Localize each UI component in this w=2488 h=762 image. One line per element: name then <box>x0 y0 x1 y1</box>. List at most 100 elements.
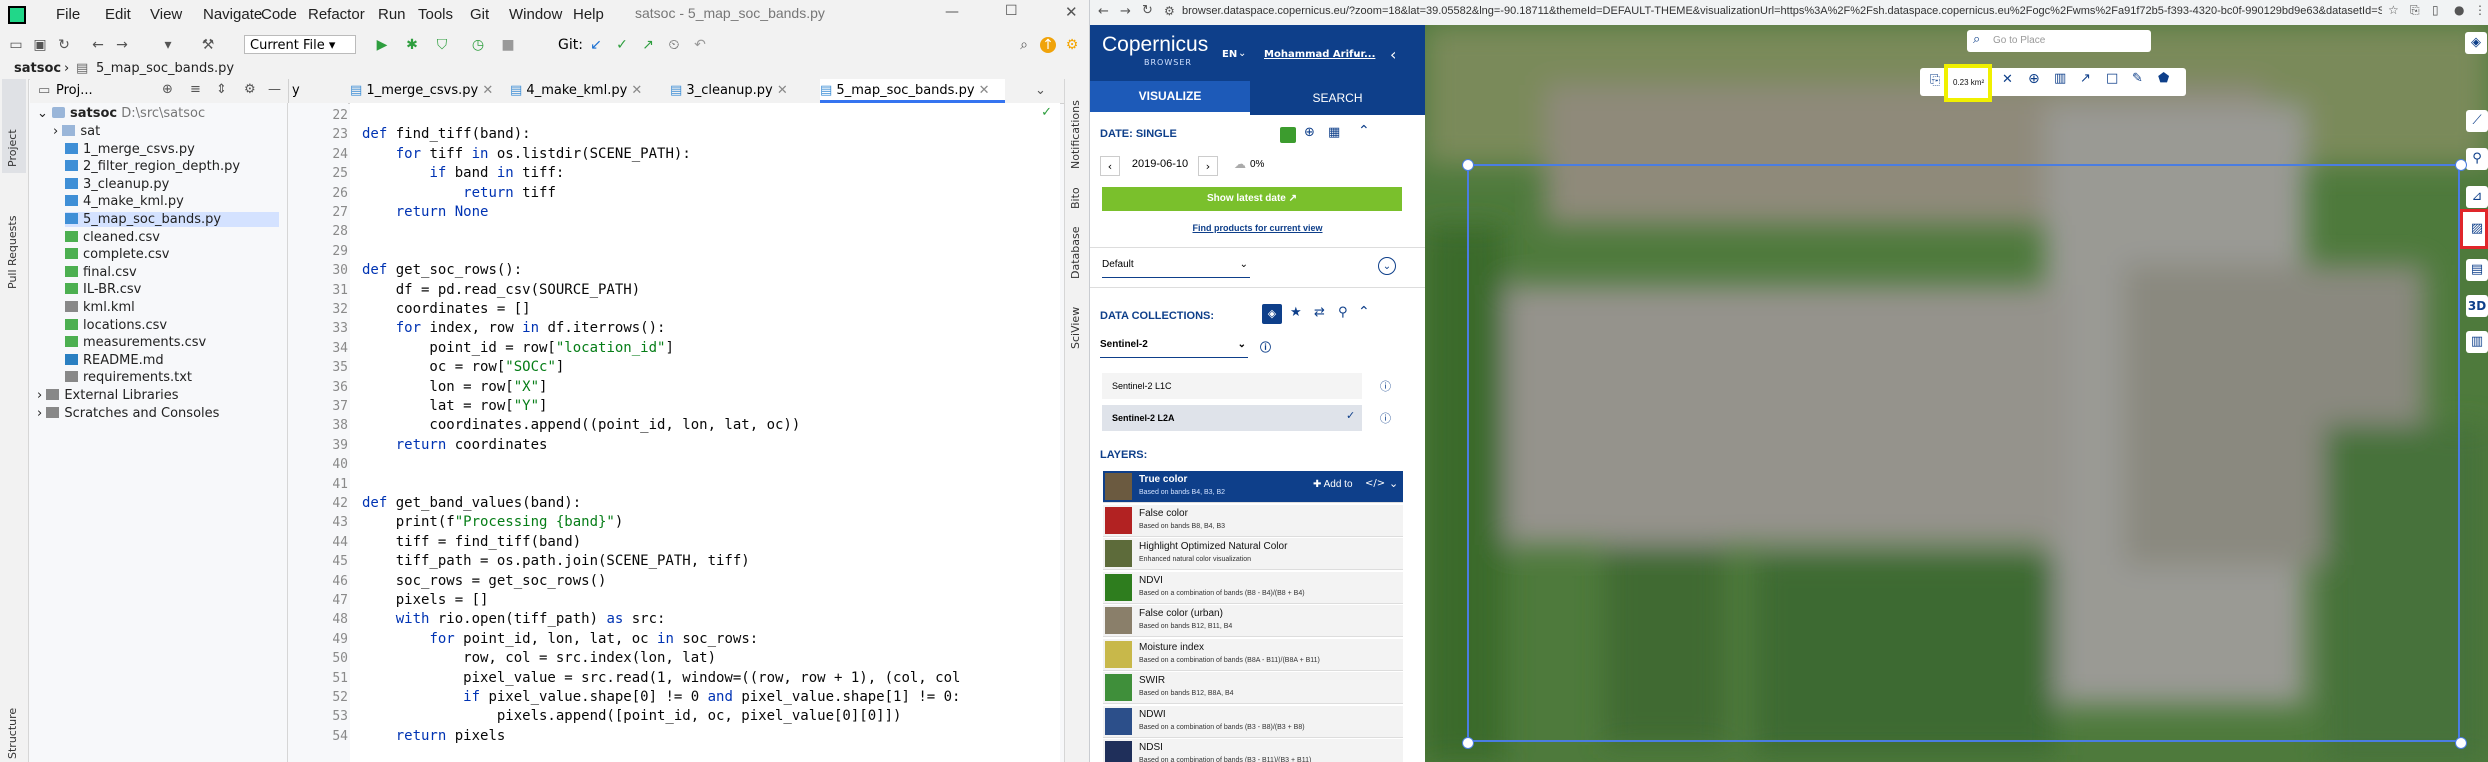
place-search-input[interactable]: Go to Place <box>1993 35 2045 46</box>
close-tab-icon[interactable]: ✕ <box>627 83 642 98</box>
star-icon[interactable]: ★ <box>1290 305 1302 320</box>
layer-item[interactable]: Moisture index Based on a combination of … <box>1103 638 1403 671</box>
target-icon[interactable]: ⊕ <box>2028 71 2040 87</box>
profile-icon[interactable]: ◷ <box>470 37 486 53</box>
menu-window[interactable]: Window <box>509 6 562 23</box>
film-icon[interactable]: ▤ <box>2466 259 2488 281</box>
tree-item[interactable]: measurements.csv <box>65 335 206 350</box>
aoi-handle[interactable] <box>2455 159 2467 171</box>
layers-stack-icon[interactable]: ◈ <box>1262 304 1282 324</box>
aoi-handle[interactable] <box>1462 737 1474 749</box>
share-icon[interactable]: ⎘ <box>2410 3 2420 18</box>
square-icon[interactable]: □ <box>2106 71 2118 86</box>
menu-icon[interactable]: ⋮ <box>2474 3 2486 17</box>
run-config-select[interactable]: Current File ▾ <box>244 35 356 54</box>
bito-label[interactable]: Bito <box>1069 187 1082 209</box>
tree-item[interactable]: › External Libraries <box>37 388 179 403</box>
calendar-single-icon[interactable] <box>1280 127 1296 143</box>
tree-item[interactable]: 5_map_soc_bands.py <box>65 212 279 227</box>
show-latest-date-button[interactable]: Show latest date ↗ <box>1102 187 1402 211</box>
close-icon[interactable]: ✕ <box>2002 72 2013 87</box>
collapse-date-icon[interactable]: ⌃ <box>1358 123 1370 139</box>
debug-icon[interactable]: ✱ <box>404 37 420 53</box>
graph-icon[interactable]: ↗ <box>2080 71 2091 86</box>
git-update-icon[interactable]: ↙ <box>588 37 604 53</box>
project-tool-label[interactable]: Project <box>6 129 19 167</box>
calendar-range-icon[interactable]: ▦ <box>1328 125 1340 140</box>
profile-icon[interactable]: ● <box>2454 3 2464 17</box>
database-label[interactable]: Database <box>1069 227 1082 280</box>
layer-item[interactable]: SWIR Based on bands B12, B8A, B4 <box>1103 672 1403 704</box>
git-commit-icon[interactable]: ✓ <box>614 37 630 53</box>
tree-item[interactable]: 1_merge_csvs.py <box>65 142 195 157</box>
expand-icon[interactable]: ⇕ <box>216 82 227 97</box>
pencil-icon[interactable]: ✎ <box>2132 71 2143 86</box>
close-tab-icon[interactable]: ✕ <box>478 83 493 98</box>
layer-item[interactable]: False color (urban) Based on bands B12, B… <box>1103 605 1403 637</box>
close-tab-icon[interactable]: ✕ <box>773 83 788 98</box>
pin-icon[interactable]: ⚲ <box>1338 305 1348 320</box>
collapse-panel-icon[interactable]: ‹ <box>1390 45 1396 64</box>
stop-icon[interactable]: ■ <box>500 37 516 53</box>
layer-item[interactable]: Highlight Optimized Natural Color Enhance… <box>1103 538 1403 570</box>
aoi-selection[interactable] <box>1467 164 2460 742</box>
tree-item[interactable]: 4_make_kml.py <box>65 194 184 209</box>
inspection-ok-icon[interactable]: ✓ <box>1041 105 1052 120</box>
collapse-icon[interactable]: ≡ <box>190 82 201 97</box>
update-icon[interactable]: ↑ <box>1040 37 1056 53</box>
sync-icon[interactable]: ↻ <box>56 37 72 53</box>
menu-file[interactable]: File <box>56 6 80 23</box>
tree-item[interactable]: 2_filter_region_depth.py <box>65 159 240 174</box>
menu-refactor[interactable]: Refactor <box>308 6 365 23</box>
tree-item[interactable]: complete.csv <box>65 247 169 262</box>
tab-3-cleanup[interactable]: ▤ 3_cleanup.py ✕ <box>670 79 810 103</box>
git-push-icon[interactable]: ↗ <box>640 37 656 53</box>
compare-icon[interactable]: ⇄ <box>1314 305 1325 320</box>
tab-1-merge-csvs[interactable]: ▤ 1_merge_csvs.py ✕ <box>350 79 500 103</box>
forward-icon[interactable]: → <box>114 37 130 53</box>
info-icon[interactable]: ⓘ <box>1380 410 1391 426</box>
copernicus-logo[interactable]: Copernicus <box>1102 33 1208 57</box>
aoi-handle[interactable] <box>1462 159 1474 171</box>
settings-icon[interactable]: ⚙ <box>1064 37 1080 53</box>
maximize-icon[interactable]: ☐ <box>1005 3 1018 19</box>
collection-item-l2a[interactable]: Sentinel-2 L2A <box>1102 405 1362 431</box>
tab-overflow[interactable]: y <box>292 79 332 103</box>
open-folder-icon[interactable]: ▭ <box>8 37 24 53</box>
histogram-icon[interactable]: ▥ <box>2466 331 2488 353</box>
image-download-icon[interactable]: ▨ <box>2466 218 2488 240</box>
line-icon[interactable]: ⟋ <box>2466 110 2488 132</box>
hide-icon[interactable]: — <box>268 82 281 97</box>
tree-item[interactable]: IL-BR.csv <box>65 282 141 297</box>
tree-item[interactable]: cleaned.csv <box>65 230 160 245</box>
tabs-dropdown-icon[interactable]: ⌄ <box>1035 83 1046 98</box>
tree-root[interactable]: ⌄ satsoc D:\src\satsoc <box>37 106 205 121</box>
layer-item[interactable]: False color Based on bands B8, B4, B3 <box>1103 504 1403 537</box>
next-date-button[interactable]: › <box>1198 156 1218 176</box>
menu-code[interactable]: Code <box>261 6 297 23</box>
reload-icon[interactable]: ↻ <box>1142 3 1153 18</box>
notifications-label[interactable]: Notifications <box>1069 100 1082 169</box>
tree-item[interactable]: final.csv <box>65 265 137 280</box>
sciview-label[interactable]: SciView <box>1069 307 1082 349</box>
info-icon[interactable]: ⓘ <box>1380 378 1391 394</box>
close-icon[interactable]: ✕ <box>1065 3 1078 21</box>
url-field[interactable]: browser.dataspace.copernicus.eu/?zoom=18… <box>1182 5 2382 17</box>
menu-edit[interactable]: Edit <box>105 6 131 23</box>
run-icon[interactable]: ▶ <box>374 37 390 53</box>
add-to-button[interactable]: ✚ Add to <box>1313 479 1353 490</box>
layers-icon[interactable]: ◈ <box>2465 32 2487 54</box>
back-icon[interactable]: ← <box>90 37 106 53</box>
collection-select[interactable]: Sentinel-2 ⌄ <box>1100 339 1248 358</box>
hammer-icon[interactable]: ⚒ <box>200 37 216 53</box>
code-icon[interactable]: </> <box>1365 478 1385 489</box>
menu-git[interactable]: Git <box>470 6 489 23</box>
pentagon-icon[interactable]: ⬟ <box>2158 71 2169 86</box>
pull-requests-label[interactable]: Pull Requests <box>6 216 19 289</box>
aoi-handle[interactable] <box>2455 737 2467 749</box>
place-search[interactable]: ⌕ Go to Place <box>1967 30 2151 52</box>
tab-4-make-kml[interactable]: ▤ 4_make_kml.py ✕ <box>510 79 660 103</box>
tab-search[interactable]: SEARCH <box>1250 81 1425 115</box>
structure-label[interactable]: Structure <box>6 708 19 759</box>
date-input[interactable]: 2019-06-10 <box>1126 158 1194 170</box>
